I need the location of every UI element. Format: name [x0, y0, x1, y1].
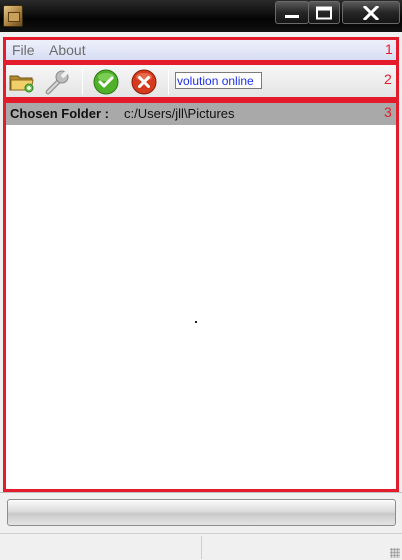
- red-x-icon: [131, 69, 157, 95]
- main-window: File About 1 volution online 2 Chosen Fo…: [0, 32, 402, 560]
- minimize-button[interactable]: [275, 1, 309, 24]
- green-check-icon: [93, 69, 119, 95]
- status-right: [202, 536, 402, 559]
- toolbar-separator: [168, 69, 169, 95]
- menu-file[interactable]: File: [12, 42, 35, 58]
- close-button[interactable]: [342, 1, 400, 24]
- content-panel[interactable]: Chosen Folder : c:/Users/jll\Pictures: [3, 100, 399, 492]
- folder-label: Chosen Folder :: [10, 106, 109, 121]
- status-bar: [0, 533, 402, 560]
- status-left: [0, 536, 202, 559]
- confirm-button[interactable]: [92, 68, 120, 96]
- open-folder-icon: [9, 75, 34, 93]
- annotation-label-2: 2: [384, 71, 392, 87]
- cancel-button[interactable]: [130, 68, 158, 96]
- divider: [0, 492, 402, 493]
- close-icon: [363, 5, 379, 20]
- maximize-button[interactable]: [308, 1, 340, 24]
- annotation-label-3: 3: [384, 104, 392, 120]
- maximize-icon: [316, 6, 332, 19]
- center-dot: [195, 321, 197, 323]
- settings-wrench-icon: [45, 69, 70, 95]
- search-input[interactable]: [175, 72, 262, 89]
- menu-about[interactable]: About: [49, 42, 86, 58]
- menubar: File About: [3, 37, 399, 63]
- open-folder-button[interactable]: [8, 68, 36, 96]
- toolbar-separator: [82, 69, 83, 95]
- folder-header: Chosen Folder : c:/Users/jll\Pictures: [6, 103, 396, 125]
- app-icon: [3, 5, 23, 27]
- annotation-label-1: 1: [385, 41, 393, 57]
- minimize-icon: [285, 14, 299, 18]
- toolbar: [3, 62, 399, 100]
- window-titlebar[interactable]: [0, 0, 402, 32]
- folder-path: c:/Users/jll\Pictures: [124, 106, 235, 121]
- resize-grip[interactable]: [390, 548, 400, 558]
- progress-bar: [7, 499, 396, 526]
- settings-button[interactable]: [43, 68, 71, 96]
